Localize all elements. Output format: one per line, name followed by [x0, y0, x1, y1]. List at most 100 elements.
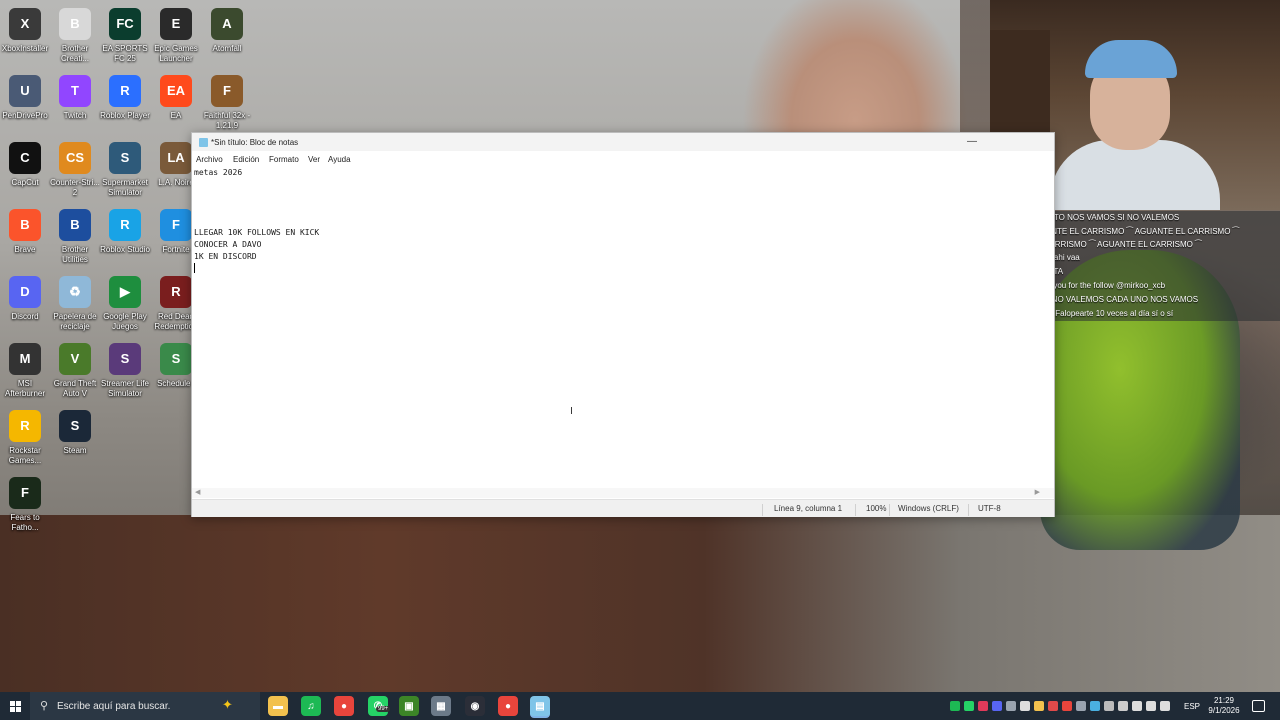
desktop-icon-fears-to-fathom[interactable]: F Fears to Fatho... — [0, 477, 50, 533]
desktop-icon-ea[interactable]: EA EA — [151, 75, 201, 121]
menu-archivo[interactable]: Archivo — [196, 155, 223, 164]
language-indicator[interactable]: ESP — [1184, 702, 1200, 711]
menu-formato[interactable]: Formato — [269, 155, 299, 164]
horizontal-scrollbar[interactable]: ◀ ▶ — [192, 488, 1054, 498]
scroll-left-icon[interactable]: ◀ — [195, 488, 200, 496]
ea-icon: EA — [160, 75, 192, 107]
streamer-life-icon: S — [109, 343, 141, 375]
desktop-icon-gta-v[interactable]: V Grand Theft Auto V — [50, 343, 100, 399]
desktop-icon-google-play-games[interactable]: ▶ Google Play Juegos — [100, 276, 150, 332]
menu-ayuda[interactable]: Ayuda — [328, 155, 351, 164]
desktop-icon-recycle-bin[interactable]: ♻ Papelera de reciclaje — [50, 276, 100, 332]
desktop-icon-label: EA — [170, 111, 182, 120]
check-tray-icon[interactable] — [1090, 701, 1100, 711]
controller-tray-icon[interactable] — [1006, 701, 1016, 711]
chrome-profile-icon[interactable]: ● — [498, 696, 518, 716]
network-tray-icon[interactable] — [1132, 701, 1142, 711]
notepad-text-area[interactable]: metas 2026 LLEGAR 10K FOLLOWS EN KICK CO… — [194, 167, 1034, 485]
rockstar-icon: R — [9, 410, 41, 442]
desktop-icon-label: Roblox Studio — [100, 245, 150, 254]
whatsapp-tray-icon[interactable] — [964, 701, 974, 711]
battery-tray-icon[interactable] — [1160, 701, 1170, 711]
counter-strike-icon: CS — [59, 142, 91, 174]
status-separator — [855, 504, 856, 516]
status-separator — [762, 504, 763, 516]
whatsapp-icon[interactable]: ✆99+ — [368, 696, 391, 716]
security-tray-icon[interactable] — [1048, 701, 1058, 711]
notepad-window[interactable]: *Sin título: Bloc de notas — Archivo Edi… — [191, 132, 1055, 517]
chrome-icon[interactable]: ● — [334, 696, 354, 716]
desktop-icon-label: Atomfall — [212, 44, 242, 53]
taskbar-clock[interactable]: 21:29 9/1/2026 — [1204, 696, 1244, 716]
desktop-icon-roblox-studio[interactable]: R Roblox Studio — [100, 209, 150, 255]
steam-icon: S — [59, 410, 91, 442]
desktop-icon-brave[interactable]: B Brave — [0, 209, 50, 255]
desktop-icon-epic-games[interactable]: E Epic Games Launcher — [151, 8, 201, 64]
desktop-icon-brother-utilities[interactable]: B Brother Utilities — [50, 209, 100, 265]
taskbar: ⚲ Escribe aquí para buscar. ✦ ▬ ♫ ● ✆99+ ▣ ▦ ◉… — [0, 692, 1280, 720]
obs-icon[interactable]: ◉ — [465, 696, 485, 716]
desktop-icon-label: Brother Creati... — [60, 44, 89, 63]
status-separator — [889, 504, 890, 516]
start-button[interactable] — [0, 692, 30, 720]
desktop-icon-label: Twitch — [63, 111, 87, 120]
desktop-icon-discord[interactable]: D Discord — [0, 276, 50, 322]
desktop-icon-label: Google Play Juegos — [103, 312, 147, 331]
settings-tray-icon[interactable] — [1104, 701, 1114, 711]
brave-icon: B — [9, 209, 41, 241]
spotify-tray-icon[interactable] — [950, 701, 960, 711]
whatsapp-unread-badge: 99+ — [376, 706, 391, 712]
spotify-icon[interactable]: ♫ — [301, 696, 321, 716]
desktop-icon-label: CapCut — [11, 178, 39, 187]
desktop-icon-label: Fears to Fatho... — [10, 513, 40, 532]
desktop-icon-twitch[interactable]: T Twitch — [50, 75, 100, 121]
desktop-icon-label: MSI Afterburner — [4, 379, 46, 398]
taskbar-search-box[interactable]: ⚲ Escribe aquí para buscar. ✦ — [30, 692, 260, 720]
supermarket-simulator-icon: S — [109, 142, 141, 174]
brand-tray-icon[interactable] — [1062, 701, 1072, 711]
minecraft-icon[interactable]: ▣ — [399, 696, 419, 716]
desktop-icon-atomfall[interactable]: A Atomfall — [202, 8, 252, 54]
notepad-icon[interactable]: ▤ — [530, 696, 550, 718]
meet-tray-icon[interactable] — [1118, 701, 1128, 711]
desktop-icon-streamer-life[interactable]: S Streamer Life Simulator — [100, 343, 150, 399]
tablet-tray-icon[interactable] — [1020, 701, 1030, 711]
desktop-icon-steam[interactable]: S Steam — [50, 410, 100, 456]
desktop-icon-label: Roblox Player — [100, 111, 150, 120]
notepad-icon — [199, 138, 208, 147]
game-tray-icon[interactable] — [978, 701, 988, 711]
desktop-icon-brother-creative[interactable]: B Brother Creati... — [50, 8, 100, 64]
fears-to-fathom-icon: F — [9, 477, 41, 509]
desktop-icon-rockstar[interactable]: R Rockstar Games... — [0, 410, 50, 466]
discord-tray-icon[interactable] — [992, 701, 1002, 711]
notification-center-icon[interactable] — [1252, 700, 1265, 712]
desktop-icon-xbox[interactable]: X XboxInstaller — [0, 8, 50, 54]
notepad-titlebar[interactable]: *Sin título: Bloc de notas — — [192, 133, 1054, 151]
desktop-icon-faithful[interactable]: F Faithful 32x - 1.21.9 — [202, 75, 252, 131]
calculator-icon[interactable]: ▦ — [431, 696, 451, 716]
desktop-icon-label: Brave — [14, 245, 36, 254]
minimize-button[interactable]: — — [962, 133, 982, 151]
desktop-icon-roblox-player[interactable]: R Roblox Player — [100, 75, 150, 121]
desktop-icon-label: Brother Utilities — [61, 245, 89, 264]
desktop-icon-label: Grand Theft Auto V — [53, 379, 97, 398]
scroll-right-icon[interactable]: ▶ — [1035, 488, 1040, 496]
menu-ver[interactable]: Ver — [308, 155, 320, 164]
msi-afterburner-icon: M — [9, 343, 41, 375]
volume-tray-icon[interactable] — [1146, 701, 1156, 711]
search-highlight-icon[interactable]: ✦ — [222, 697, 233, 713]
steam-tray-icon[interactable] — [1076, 701, 1086, 711]
desktop-icon-counter-strike[interactable]: CS Counter-Stri... 2 — [50, 142, 100, 198]
desktop-icon-supermarket-simulator[interactable]: S Supermarket Simulator — [100, 142, 150, 198]
webcam-streamer-cap — [1085, 40, 1177, 78]
desktop-icon-msi-afterburner[interactable]: M MSI Afterburner — [0, 343, 50, 399]
brother-utilities-icon: B — [59, 209, 91, 241]
clock-date: 9/1/2026 — [1208, 706, 1240, 715]
menu-edicion[interactable]: Edición — [233, 155, 259, 164]
desktop-icon-capcut[interactable]: C CapCut — [0, 142, 50, 188]
desktop-icon-ea-fc25[interactable]: FC EA SPORTS FC 25 — [100, 8, 150, 64]
faithful-icon: F — [211, 75, 243, 107]
desktop-icon-pendrivepro[interactable]: U PenDrivePro — [0, 75, 50, 121]
file-explorer-icon[interactable]: ▬ — [268, 696, 288, 716]
flag-tray-icon[interactable] — [1034, 701, 1044, 711]
